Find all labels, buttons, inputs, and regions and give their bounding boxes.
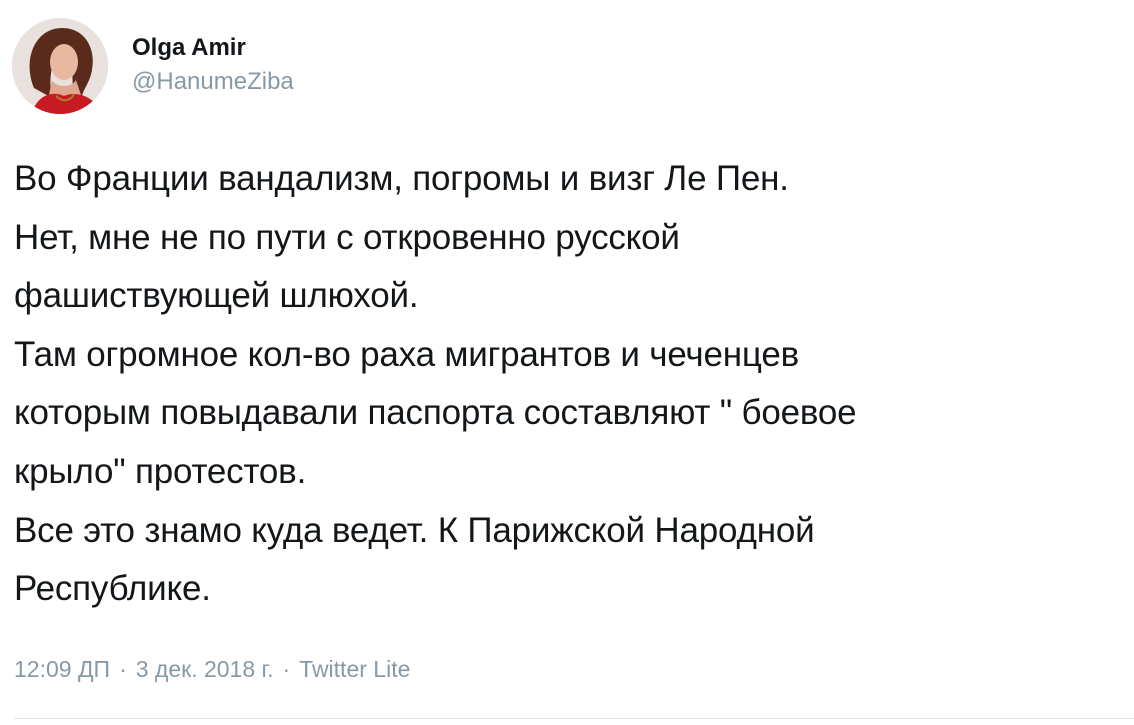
tweet-text: Во Франции вандализм, погромы и визг Ле … [14, 150, 1124, 619]
tweet-time[interactable]: 12:09 ДП [14, 656, 110, 683]
tweet-card: Olga Amir @HanumeZiba Во Франции вандали… [0, 0, 1134, 725]
avatar[interactable] [12, 18, 108, 114]
avatar-photo-icon [12, 18, 108, 114]
meta-separator: · [282, 656, 291, 682]
divider [14, 718, 1134, 719]
tweet-meta: 12:09 ДП · 3 дек. 2018 г. · Twitter Lite [14, 656, 410, 683]
tweet-date[interactable]: 3 дек. 2018 г. [136, 656, 274, 683]
tweet-text-line: крыло" протестов. [14, 451, 307, 491]
tweet-text-line: фашиствующей шлюхой. [14, 276, 419, 316]
tweet-header: Olga Amir @HanumeZiba [12, 16, 294, 116]
author-display-name[interactable]: Olga Amir [132, 33, 294, 63]
tweet-text-line: Во Франции вандализм, погромы и визг Ле … [14, 159, 789, 198]
tweet-source[interactable]: Twitter Lite [299, 656, 410, 683]
tweet-text-line: Нет, мне не по пути с откровенно русской [14, 217, 680, 257]
author-handle[interactable]: @HanumeZiba [132, 65, 294, 99]
tweet-text-line: Там огромное кол-во раха мигрантов и чеч… [14, 334, 799, 374]
meta-separator: · [119, 656, 127, 682]
author-names: Olga Amir @HanumeZiba [132, 33, 294, 99]
tweet-text-line: которым повыдавали паспорта составляют "… [14, 393, 857, 433]
tweet-text-line: Республике. [14, 569, 211, 609]
tweet-text-line: Все это знамо куда ведет. К Парижской На… [14, 510, 815, 550]
